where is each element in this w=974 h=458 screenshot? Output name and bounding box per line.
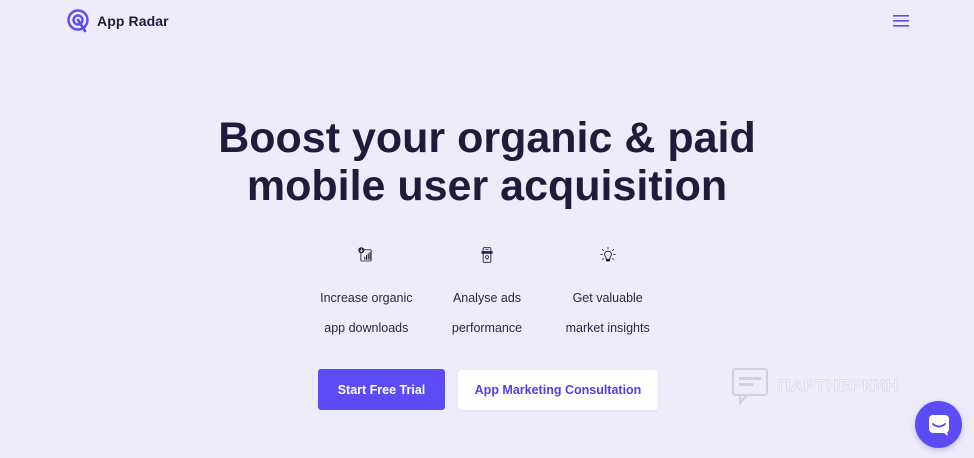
feature-label-line-2: market insights xyxy=(565,321,650,335)
feature-label: Analyse ads performance xyxy=(452,276,522,336)
consultation-button[interactable]: App Marketing Consultation xyxy=(458,370,658,410)
feature-increase-downloads: Increase organic app downloads xyxy=(306,246,427,336)
feature-list: Increase organic app downloads Analyse a… xyxy=(306,246,668,336)
chat-bubble-icon xyxy=(928,414,949,436)
hamburger-menu-icon xyxy=(893,15,909,27)
logo-link[interactable]: App Radar xyxy=(66,9,169,33)
feature-analyse-ads: Analyse ads performance xyxy=(427,246,548,336)
hero-headline-line-1: Boost your organic & paid xyxy=(218,114,756,162)
feature-label-line-2: app downloads xyxy=(324,321,409,335)
start-free-trial-button[interactable]: Start Free Trial xyxy=(318,369,445,410)
feature-label: Get valuable market insights xyxy=(566,276,650,336)
feature-label-line-1: Get valuable xyxy=(572,291,643,305)
watermark-text: ПАРТНЕРКИН xyxy=(778,376,899,396)
hero-headline: Boost your organic & paid mobile user ac… xyxy=(0,114,974,210)
site-header: App Radar xyxy=(0,0,974,42)
hero-headline-line-2: mobile user acquisition xyxy=(246,162,728,210)
lightbulb-icon xyxy=(600,246,616,262)
watermark: ПАРТНЕРКИН xyxy=(730,366,899,406)
feature-market-insights: Get valuable market insights xyxy=(547,246,668,336)
feature-label-line-2: performance xyxy=(451,321,523,335)
phone-ad-icon xyxy=(481,247,493,263)
logo-text: App Radar xyxy=(97,13,169,29)
chat-logo-watermark-icon xyxy=(732,368,768,406)
download-chart-icon xyxy=(358,247,372,262)
app-radar-logo-icon xyxy=(67,9,89,33)
feature-label: Increase organic app downloads xyxy=(320,276,412,336)
feature-label-line-1: Increase organic xyxy=(320,291,413,305)
menu-button[interactable] xyxy=(891,13,911,29)
feature-label-line-1: Analyse ads xyxy=(452,291,522,305)
chat-launcher-button[interactable] xyxy=(915,401,962,448)
